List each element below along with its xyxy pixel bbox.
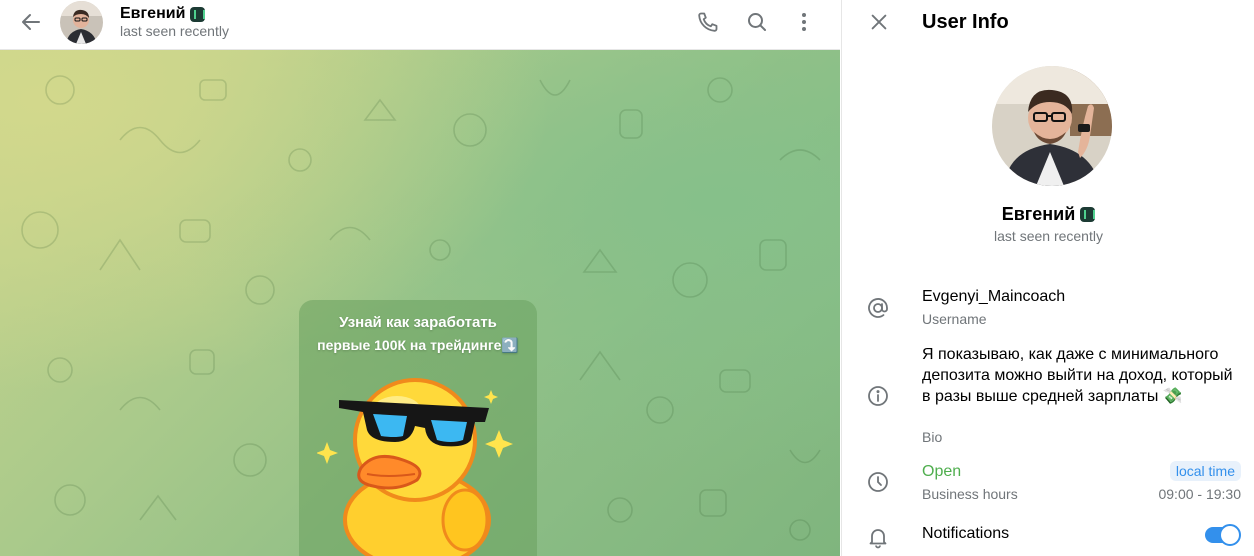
username-row[interactable]: Evgenyi_Maincoach Username <box>842 282 1254 336</box>
emoji-status-icon <box>190 6 206 22</box>
chat-avatar[interactable] <box>60 1 103 44</box>
message-bubble[interactable]: Узнай как заработать первые 100К на трей… <box>299 300 537 556</box>
close-icon <box>871 14 887 30</box>
chat-pane: Евгений last seen recently Узнай как зар… <box>0 0 840 556</box>
clock-icon <box>864 468 892 496</box>
search-button[interactable] <box>737 2 777 42</box>
profile-avatar[interactable] <box>992 66 1112 186</box>
phone-icon <box>698 12 718 32</box>
panel-title: User Info <box>922 11 1009 33</box>
bio-row[interactable]: Я показываю, как даже с минимального деп… <box>842 340 1254 450</box>
notifications-toggle[interactable] <box>1205 524 1241 546</box>
back-button[interactable] <box>11 2 51 42</box>
user-info-panel: User Info Евгений last seen recently Evg… <box>841 0 1254 556</box>
notifications-label: Notifications <box>922 525 1010 542</box>
bell-icon <box>864 523 892 551</box>
at-sign-icon <box>864 294 892 322</box>
profile-name-text: Евгений <box>1001 204 1076 224</box>
hours-status: Open <box>922 463 962 480</box>
search-icon <box>748 13 766 31</box>
call-button[interactable] <box>688 2 728 42</box>
duck-sticker[interactable] <box>317 370 517 556</box>
close-button[interactable] <box>859 2 899 42</box>
info-icon <box>864 382 892 410</box>
profile-status: last seen recently <box>994 228 1103 244</box>
profile-photo <box>992 66 1112 186</box>
hours-range: 09:00 - 19:30 <box>1158 486 1241 502</box>
local-time-toggle[interactable]: local time <box>1169 461 1241 481</box>
chat-name: Евгений <box>120 5 186 22</box>
username-label: Username <box>922 311 987 327</box>
telegram-window: Евгений last seen recently Узнай как зар… <box>0 0 1254 556</box>
more-button[interactable] <box>784 2 824 42</box>
hours-label: Business hours <box>922 486 1018 502</box>
bio-label: Bio <box>922 429 943 445</box>
chat-status: last seen recently <box>120 23 229 39</box>
toggle-knob <box>1219 524 1241 546</box>
chat-title[interactable]: Евгений <box>120 4 206 24</box>
bio-text: Я показываю, как даже с минимального деп… <box>922 346 1233 405</box>
username-value: Evgenyi_Maincoach <box>922 288 1066 305</box>
notifications-row[interactable]: Notifications <box>842 518 1254 556</box>
message-line-2: первые 100К на трейдинге⤵️ <box>317 337 519 353</box>
chat-background: Узнай как заработать первые 100К на трей… <box>0 50 840 556</box>
back-arrow-icon <box>22 14 40 30</box>
message-line-1: Узнай как заработать <box>339 314 497 331</box>
more-vertical-icon <box>802 13 806 31</box>
emoji-status-icon <box>1080 207 1096 222</box>
chat-header: Евгений last seen recently <box>0 0 840 50</box>
profile-name: Евгений <box>842 204 1254 225</box>
avatar-image <box>60 1 103 44</box>
business-hours-row[interactable]: Open Business hours local time 09:00 - 1… <box>842 458 1254 508</box>
